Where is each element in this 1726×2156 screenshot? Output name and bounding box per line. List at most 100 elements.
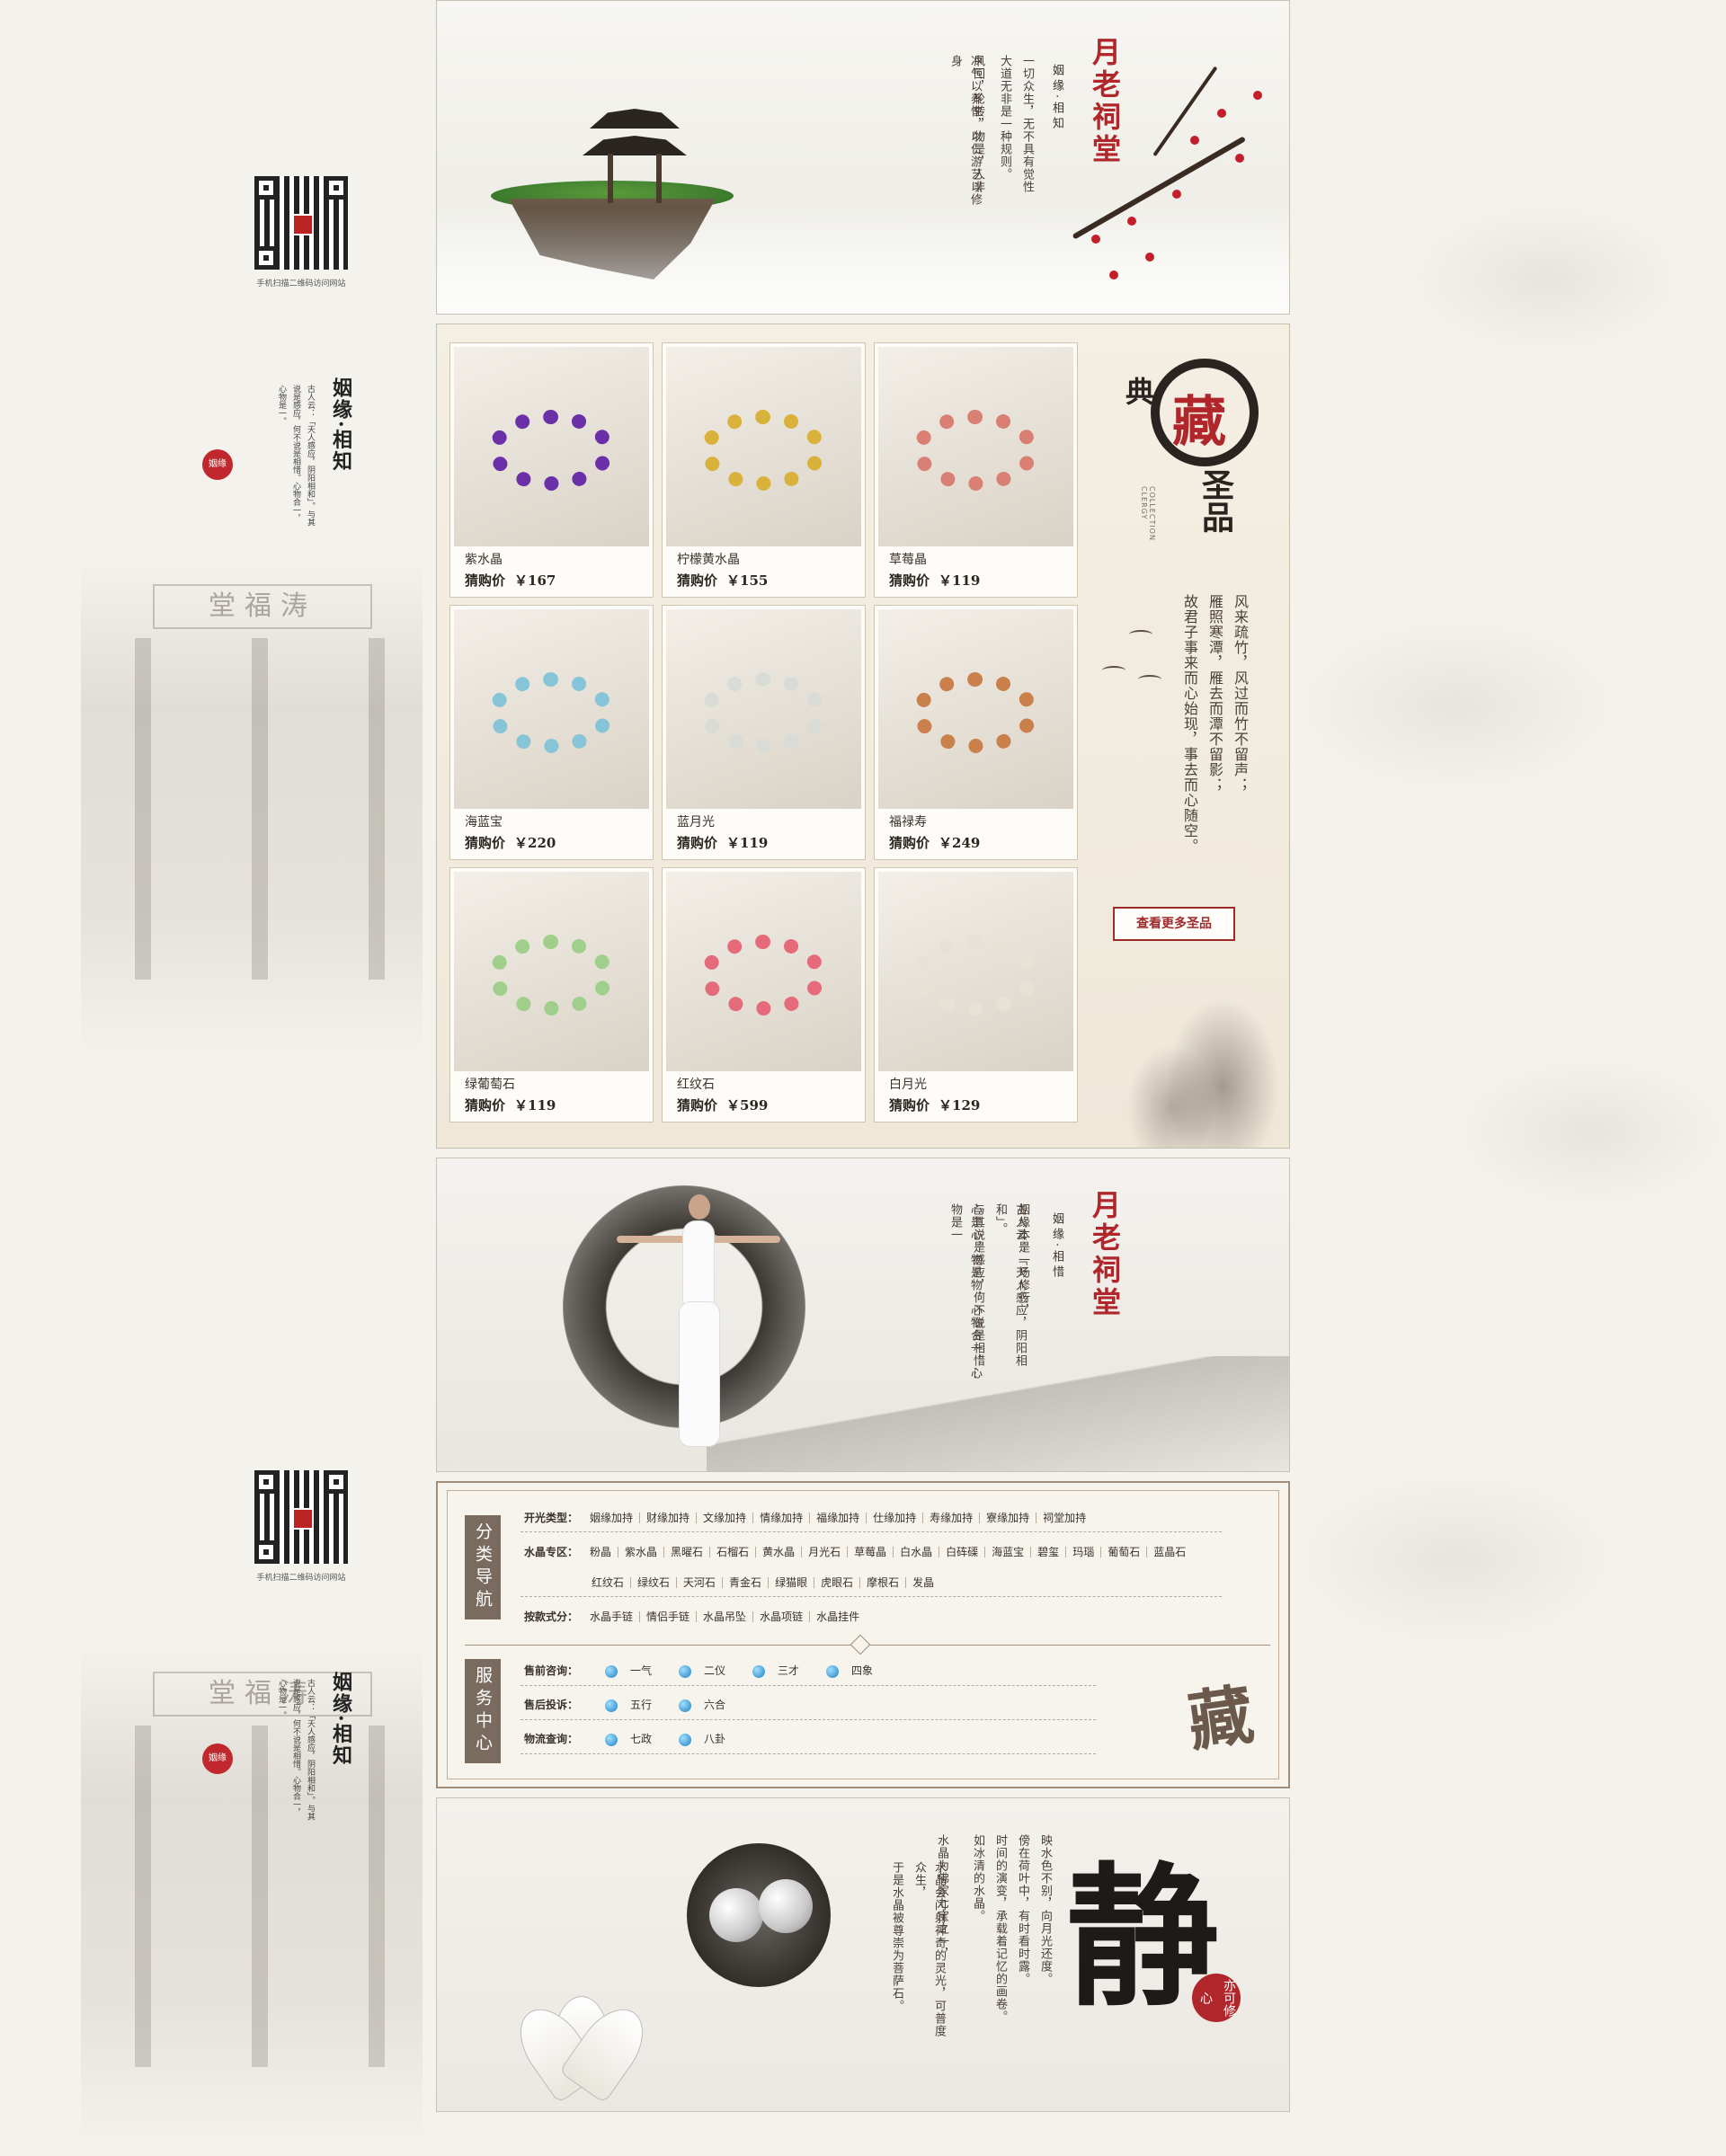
price-label: 猜购价	[889, 1097, 930, 1113]
qq-chat-icon[interactable]	[605, 1699, 618, 1712]
product-image[interactable]	[878, 347, 1073, 546]
product-image[interactable]	[666, 347, 861, 546]
qq-chat-icon[interactable]	[605, 1733, 618, 1746]
qr-logo	[292, 1508, 314, 1530]
product-name[interactable]: 蓝月光	[677, 812, 715, 830]
nav-link[interactable]: 草莓晶	[848, 1547, 894, 1557]
product-name[interactable]: 红纹石	[677, 1075, 715, 1093]
nav-link[interactable]: 海蓝宝	[985, 1547, 1032, 1557]
product-image[interactable]	[666, 609, 861, 809]
product-name[interactable]: 草莓晶	[889, 550, 927, 568]
product-image[interactable]	[454, 347, 649, 546]
nav-link[interactable]: 寿缘加持	[923, 1513, 981, 1523]
product-name[interactable]: 白月光	[889, 1075, 927, 1093]
nav-link[interactable]: 水晶项链	[753, 1611, 811, 1622]
qq-chat-icon[interactable]	[605, 1664, 618, 1678]
nav-link[interactable]: 福缘加持	[810, 1513, 867, 1523]
nav-link[interactable]: 文缘加持	[697, 1513, 754, 1523]
nav-link[interactable]: 红纹石	[585, 1577, 632, 1588]
service-contact-link[interactable]: 四象	[826, 1663, 873, 1678]
product-price-row: 猜购价 ￥249	[889, 833, 980, 852]
temple-pillar	[135, 1726, 151, 2067]
nav-link[interactable]: 寮缘加持	[980, 1513, 1037, 1523]
nav-link[interactable]: 天河石	[677, 1577, 724, 1588]
service-contact-link[interactable]: 八卦	[679, 1731, 725, 1746]
service-contact-link[interactable]: 七政	[605, 1731, 652, 1746]
hero-banner-yoga[interactable]: 心是心，物是物，心物合一，心物是一 与其说是感应，何不说是相惜… 古人云：「天人…	[436, 1158, 1290, 1472]
nav-link[interactable]: 紫水晶	[618, 1547, 665, 1557]
product-image[interactable]	[454, 609, 649, 809]
nav-link[interactable]: 财缘加持	[640, 1513, 698, 1523]
price-value: ￥167	[514, 572, 556, 589]
qr-code[interactable]	[254, 1470, 348, 1564]
qq-chat-icon[interactable]	[679, 1733, 692, 1746]
product-card[interactable]: 红纹石 猜购价 ￥599	[662, 867, 866, 1122]
nav-link[interactable]: 白砗磲	[939, 1547, 986, 1557]
nav-link[interactable]: 水晶吊坠	[697, 1611, 754, 1622]
service-contact-link[interactable]: 六合	[679, 1697, 725, 1712]
qr-code[interactable]	[254, 176, 348, 270]
nav-link[interactable]: 碧玺	[1031, 1547, 1067, 1557]
nav-link[interactable]: 青金石	[723, 1577, 770, 1588]
product-price-row: 猜购价 ￥220	[465, 833, 556, 852]
hero-banner-pavilion[interactable]: 冲气以养性，以仁游艺以修身 风回，轮转，物是，人非 大道无非是一种规则。 一切众…	[436, 0, 1290, 315]
product-name[interactable]: 海蓝宝	[465, 812, 503, 830]
product-card[interactable]: 蓝月光 猜购价 ￥119	[662, 605, 866, 860]
nav-link[interactable]: 黑曜石	[664, 1547, 711, 1557]
banner1-text-col: 大道无非是一种规则。	[998, 55, 1011, 181]
qr-code-block[interactable]: 手机扫描二维码访问网站	[252, 176, 351, 288]
product-card[interactable]: 草莓晶 猜购价 ￥119	[874, 342, 1078, 598]
yogi-body	[683, 1221, 714, 1311]
nav-link[interactable]: 虎眼石	[814, 1577, 861, 1588]
temple-pillar	[369, 1726, 385, 2067]
nav-link[interactable]: 情缘加持	[753, 1513, 811, 1523]
nav-link[interactable]: 蓝晶石	[1147, 1547, 1192, 1557]
product-image[interactable]	[454, 872, 649, 1071]
nav-link[interactable]: 绿猫眼	[769, 1577, 815, 1588]
qr-code-block[interactable]: 手机扫描二维码访问网站	[252, 1470, 351, 1583]
nav-link[interactable]: 祠堂加持	[1036, 1513, 1092, 1523]
service-contact-link[interactable]: 五行	[605, 1697, 652, 1712]
pavilion-post	[656, 154, 662, 203]
nav-link[interactable]: 姻缘加持	[583, 1513, 641, 1523]
nav-link[interactable]: 仕缘加持	[867, 1513, 924, 1523]
qq-chat-icon[interactable]	[679, 1664, 692, 1678]
hero-banner-lotus[interactable]: 于是水晶被尊崇为菩萨石。 水晶会闪射神奇的灵光，可普度众生， 水晶为佛家七宝之一…	[436, 1797, 1290, 2112]
nav-link[interactable]: 黄水晶	[756, 1547, 803, 1557]
nav-link[interactable]: 月光石	[802, 1547, 849, 1557]
product-name[interactable]: 绿葡萄石	[465, 1075, 515, 1093]
nav-link[interactable]: 白水晶	[894, 1547, 940, 1557]
nav-link[interactable]: 绿纹石	[631, 1577, 678, 1588]
product-card[interactable]: 紫水晶 猜购价 ￥167	[449, 342, 654, 598]
product-card[interactable]: 柠檬黄水晶 猜购价 ￥155	[662, 342, 866, 598]
product-card[interactable]: 福禄寿猜购价 ￥249	[874, 605, 1078, 860]
product-name[interactable]: 紫水晶	[465, 550, 503, 568]
nav-link[interactable]: 粉晶	[583, 1547, 619, 1557]
nav-link[interactable]: 石榴石	[710, 1547, 757, 1557]
qq-chat-icon[interactable]	[752, 1664, 766, 1678]
qq-chat-icon[interactable]	[679, 1699, 692, 1712]
nav-link[interactable]: 葡萄石	[1101, 1547, 1148, 1557]
nav-link[interactable]: 情侣手链	[640, 1611, 698, 1622]
nav-link[interactable]: 玛瑙	[1066, 1547, 1102, 1557]
cang-calligraphy: 藏	[1183, 1675, 1259, 1761]
product-card[interactable]: 白月光 猜购价 ￥129	[874, 867, 1078, 1122]
product-card[interactable]: 绿葡萄石 猜购价 ￥119	[449, 867, 654, 1122]
tag-service-center: 服务中心	[465, 1659, 501, 1763]
service-contact-link[interactable]: 一气	[605, 1663, 652, 1678]
qq-chat-icon[interactable]	[826, 1664, 840, 1678]
product-image[interactable]	[878, 872, 1073, 1071]
nav-link[interactable]: 水晶手链	[583, 1611, 641, 1622]
product-name[interactable]: 柠檬黄水晶	[677, 550, 740, 568]
product-image[interactable]	[878, 609, 1073, 809]
service-contact-link[interactable]: 二仪	[679, 1663, 725, 1678]
nav-link[interactable]: 摩根石	[860, 1577, 907, 1588]
nav-link[interactable]: 水晶挂件	[810, 1611, 866, 1622]
service-contact-link[interactable]: 三才	[752, 1663, 799, 1678]
product-name[interactable]: 福禄寿	[889, 812, 927, 830]
bird-icon	[1102, 666, 1125, 675]
nav-link[interactable]: 发晶	[906, 1577, 940, 1588]
product-card[interactable]: 海蓝宝猜购价 ￥220	[449, 605, 654, 860]
nav-row-crystal: 水晶专区： 粉晶 紫水晶 黑曜石 石榴石 黄水晶 月光石 草莓晶 白水晶 白砗磲 海蓝宝 碧玺 玛瑙 葡萄…	[524, 1544, 1192, 1559]
product-image[interactable]	[666, 872, 861, 1071]
